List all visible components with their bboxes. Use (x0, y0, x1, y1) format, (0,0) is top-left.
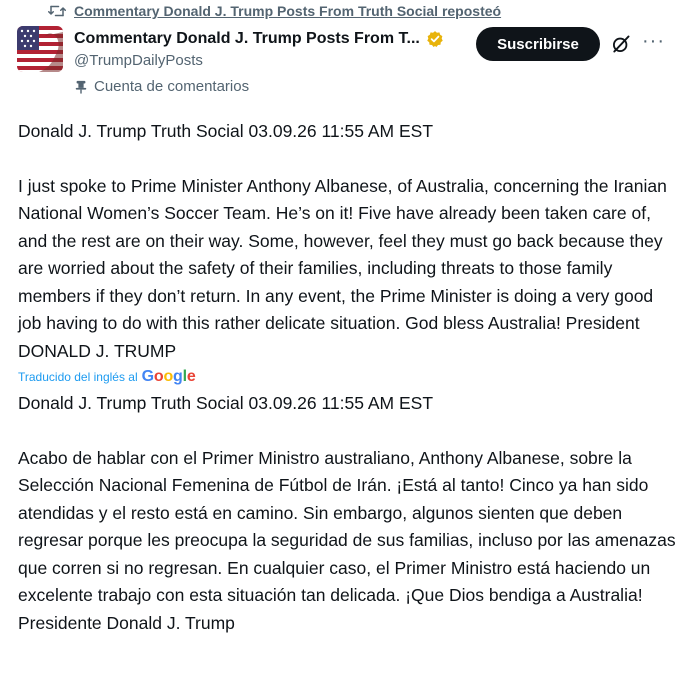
more-icon[interactable]: ··· (642, 30, 665, 53)
repost-indicator[interactable]: Commentary Donald J. Trump Posts From Tr… (48, 3, 501, 19)
subscribe-button[interactable]: Suscribirse (476, 27, 600, 61)
author-display-name[interactable]: Commentary Donald J. Trump Posts From T.… (74, 30, 420, 48)
translation-notice-label[interactable]: Traducido del inglés al (18, 370, 138, 384)
avatar[interactable] (17, 26, 63, 72)
translated-text: Acabo de hablar con el Primer Ministro a… (18, 447, 676, 633)
original-header: Donald J. Trump Truth Social 03.09.26 11… (18, 121, 434, 141)
post-card[interactable]: Commentary Donald J. Trump Posts From Tr… (0, 0, 685, 700)
repost-label[interactable]: Commentary Donald J. Trump Posts From Tr… (74, 3, 501, 19)
flag-avatar-image (17, 26, 63, 72)
verified-badge-icon (427, 31, 443, 47)
post-body: Donald J. Trump Truth Social 03.09.26 11… (18, 118, 678, 637)
account-type-text: Cuenta de comentarios (94, 78, 250, 95)
author-name-row[interactable]: Commentary Donald J. Trump Posts From T.… (74, 30, 444, 48)
account-type-label: Cuenta de comentarios (74, 78, 249, 95)
translated-header: Donald J. Trump Truth Social 03.09.26 11… (18, 393, 434, 413)
translation-notice[interactable]: Traducido del inglés al Google (18, 366, 678, 388)
author-handle[interactable]: @TrumpDailyPosts (74, 52, 203, 69)
pin-icon (75, 80, 87, 94)
grok-icon[interactable] (611, 34, 631, 54)
repost-icon (48, 5, 66, 17)
google-logo: Google (141, 368, 196, 385)
original-text: I just spoke to Prime Minister Anthony A… (18, 175, 667, 361)
